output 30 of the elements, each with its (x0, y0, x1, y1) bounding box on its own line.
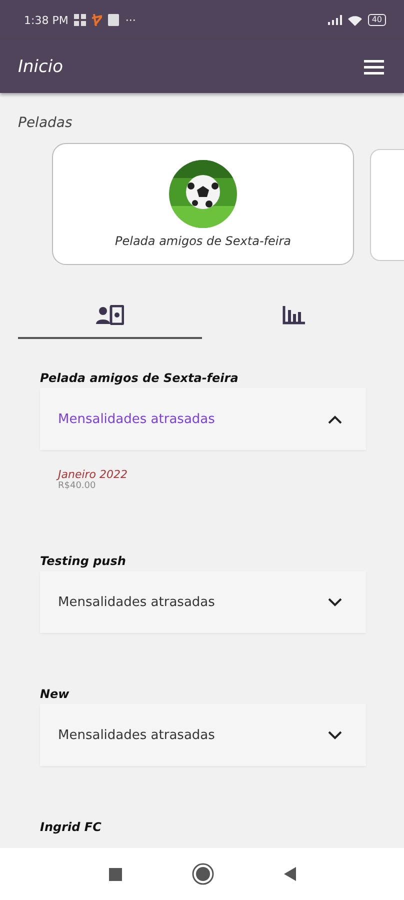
group-title: Testing push (40, 553, 127, 570)
group-title: Pelada amigos de Sexta-feira (40, 370, 240, 387)
accordion-header[interactable]: Mensalidades atrasadas (40, 388, 366, 450)
group-title: Ingrid FC (40, 819, 102, 836)
amount-label: R$40.00 (58, 481, 97, 491)
signal-icon (328, 15, 342, 25)
notification-icon (92, 14, 102, 26)
recents-icon[interactable] (108, 868, 122, 880)
section-title: Peladas (18, 115, 74, 131)
status-time: 1:38 PM (24, 14, 68, 26)
bar-chart-icon (282, 305, 306, 325)
menu-icon[interactable] (364, 58, 384, 74)
card-title: Pelada amigos de Sexta-feira (114, 234, 292, 248)
note-icon (108, 14, 120, 26)
more-icon: ··· (125, 14, 136, 26)
chevron-down-icon (328, 598, 342, 606)
page-title: Inicio (18, 56, 63, 76)
battery-icon: 40 (368, 14, 386, 26)
chevron-up-icon (328, 414, 342, 424)
group-card[interactable]: Pelada amigos de Sexta-feira (52, 143, 354, 265)
home-icon[interactable] (192, 863, 214, 885)
wifi-icon (348, 14, 362, 26)
back-icon[interactable] (284, 867, 296, 881)
group-title: New (40, 686, 70, 703)
month-label: Janeiro 2022 (58, 468, 129, 481)
app-grid-icon (74, 14, 86, 26)
chevron-down-icon (328, 730, 342, 740)
id-card-icon (96, 305, 124, 325)
accordion-header[interactable]: Mensalidades atrasadas (40, 704, 366, 766)
accordion-header[interactable]: Mensalidades atrasadas (40, 571, 366, 633)
